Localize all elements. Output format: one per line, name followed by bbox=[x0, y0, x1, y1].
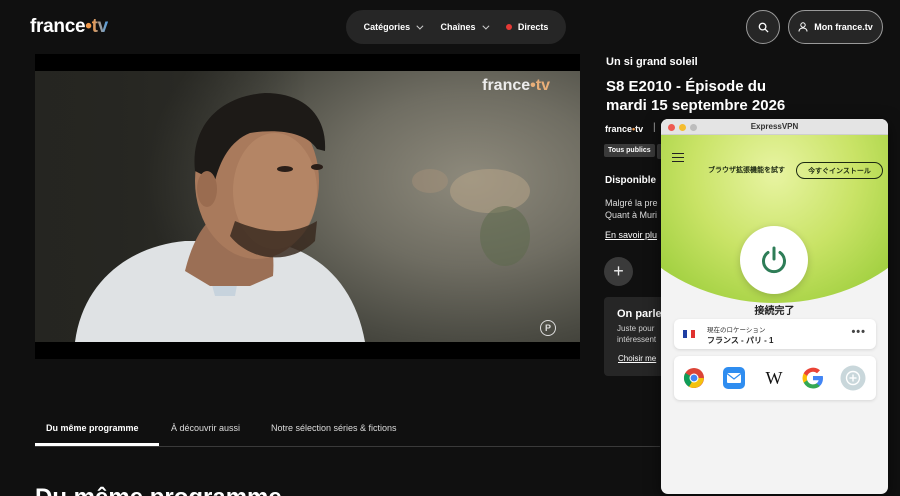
chevron-down-icon bbox=[416, 22, 424, 30]
connection-status: 接続完了 bbox=[754, 306, 795, 317]
logo-text-tv: tv bbox=[91, 16, 109, 37]
active-tab-indicator bbox=[35, 443, 159, 446]
nav-categories[interactable]: Catégories bbox=[363, 22, 424, 32]
channel-logo-tv: tv bbox=[635, 124, 644, 134]
profile-button[interactable]: Mon france.tv bbox=[788, 10, 883, 44]
tab-selection[interactable]: Notre sélection séries & fictions bbox=[271, 423, 397, 433]
app-shortcuts: W bbox=[674, 356, 876, 400]
add-shortcut-icon[interactable] bbox=[838, 363, 868, 393]
video-player[interactable]: france•tv P bbox=[35, 54, 580, 359]
power-button[interactable] bbox=[740, 226, 808, 294]
channel-logo: france•tv bbox=[605, 124, 643, 134]
read-more-link[interactable]: En savoir plu bbox=[605, 230, 657, 240]
comments-link[interactable]: Choisir me bbox=[618, 354, 656, 363]
extension-prompt: ブラウザ拡張機能を試す bbox=[708, 167, 785, 174]
vpn-titlebar[interactable]: ExpressVPN bbox=[661, 119, 888, 135]
synopsis-text: Malgré la pre Quant à Muri bbox=[605, 198, 658, 220]
video-watermark-logo: france•tv bbox=[482, 77, 550, 95]
location-name: フランス - パリ - 1 bbox=[707, 336, 774, 345]
channel-logo-france: france bbox=[605, 124, 633, 134]
wikipedia-icon[interactable]: W bbox=[759, 363, 789, 393]
vpn-window-title: ExpressVPN bbox=[750, 122, 799, 131]
google-icon[interactable] bbox=[798, 363, 828, 393]
nav-live[interactable]: Directs bbox=[505, 22, 549, 32]
france-flag-icon bbox=[683, 330, 695, 338]
install-extension-button[interactable]: 今すぐインストール bbox=[796, 162, 883, 179]
nav-categories-label: Catégories bbox=[363, 22, 411, 32]
audience-tag: Tous publics bbox=[604, 144, 655, 157]
video-frame: france•tv P bbox=[35, 71, 580, 342]
episode-title: S8 E2010 - Épisode du mardi 15 septembre… bbox=[606, 78, 786, 114]
location-selector[interactable]: 現在のロケーション フランス - パリ - 1 ••• bbox=[674, 319, 876, 349]
user-icon bbox=[798, 22, 808, 32]
video-still-image bbox=[35, 71, 580, 342]
france-tv-page: france•tv Catégories Chaînes Directs Mon… bbox=[0, 0, 900, 496]
nav-channels[interactable]: Chaînes bbox=[440, 22, 489, 32]
main-nav: Catégories Chaînes Directs bbox=[346, 10, 566, 44]
logo-text-france: france bbox=[30, 16, 86, 37]
section-heading: Du même programme bbox=[35, 484, 282, 496]
show-title[interactable]: Un si grand soleil bbox=[606, 56, 698, 68]
profile-label: Mon france.tv bbox=[814, 22, 873, 32]
nav-live-label: Directs bbox=[517, 22, 549, 32]
chrome-icon[interactable] bbox=[679, 363, 709, 393]
chevron-down-icon bbox=[481, 22, 489, 30]
watermark-france: france bbox=[482, 77, 531, 94]
meta-separator: | bbox=[653, 122, 656, 133]
tabs-divider bbox=[35, 446, 660, 447]
search-icon bbox=[758, 22, 769, 33]
add-to-list-button[interactable]: + bbox=[604, 257, 633, 286]
nav-channels-label: Chaînes bbox=[440, 22, 476, 32]
mail-icon[interactable] bbox=[719, 363, 749, 393]
france-tv-logo[interactable]: france•tv bbox=[30, 16, 108, 38]
availability-text: Disponible bbox=[605, 175, 657, 186]
tab-discover[interactable]: À découvrir aussi bbox=[171, 423, 240, 433]
tab-same-program[interactable]: Du même programme bbox=[46, 423, 139, 433]
vpn-status-area: ブラウザ拡張機能を試す 今すぐインストール 接続完了 bbox=[661, 135, 888, 335]
location-label: 現在のロケーション bbox=[707, 327, 766, 334]
hamburger-menu-icon[interactable] bbox=[672, 153, 684, 162]
logo-dot: • bbox=[85, 16, 92, 37]
power-icon bbox=[762, 246, 786, 274]
comments-title: On parle bbox=[617, 308, 662, 320]
rating-badge: P bbox=[540, 320, 556, 336]
live-dot-icon bbox=[505, 24, 512, 30]
watermark-tv: tv bbox=[535, 77, 550, 94]
search-button[interactable] bbox=[746, 10, 780, 44]
more-options-icon[interactable]: ••• bbox=[851, 326, 866, 338]
expressvpn-window: ExpressVPN ブラウザ拡張機能を試す 今すぐインストール 接続完了 現在… bbox=[661, 119, 888, 494]
